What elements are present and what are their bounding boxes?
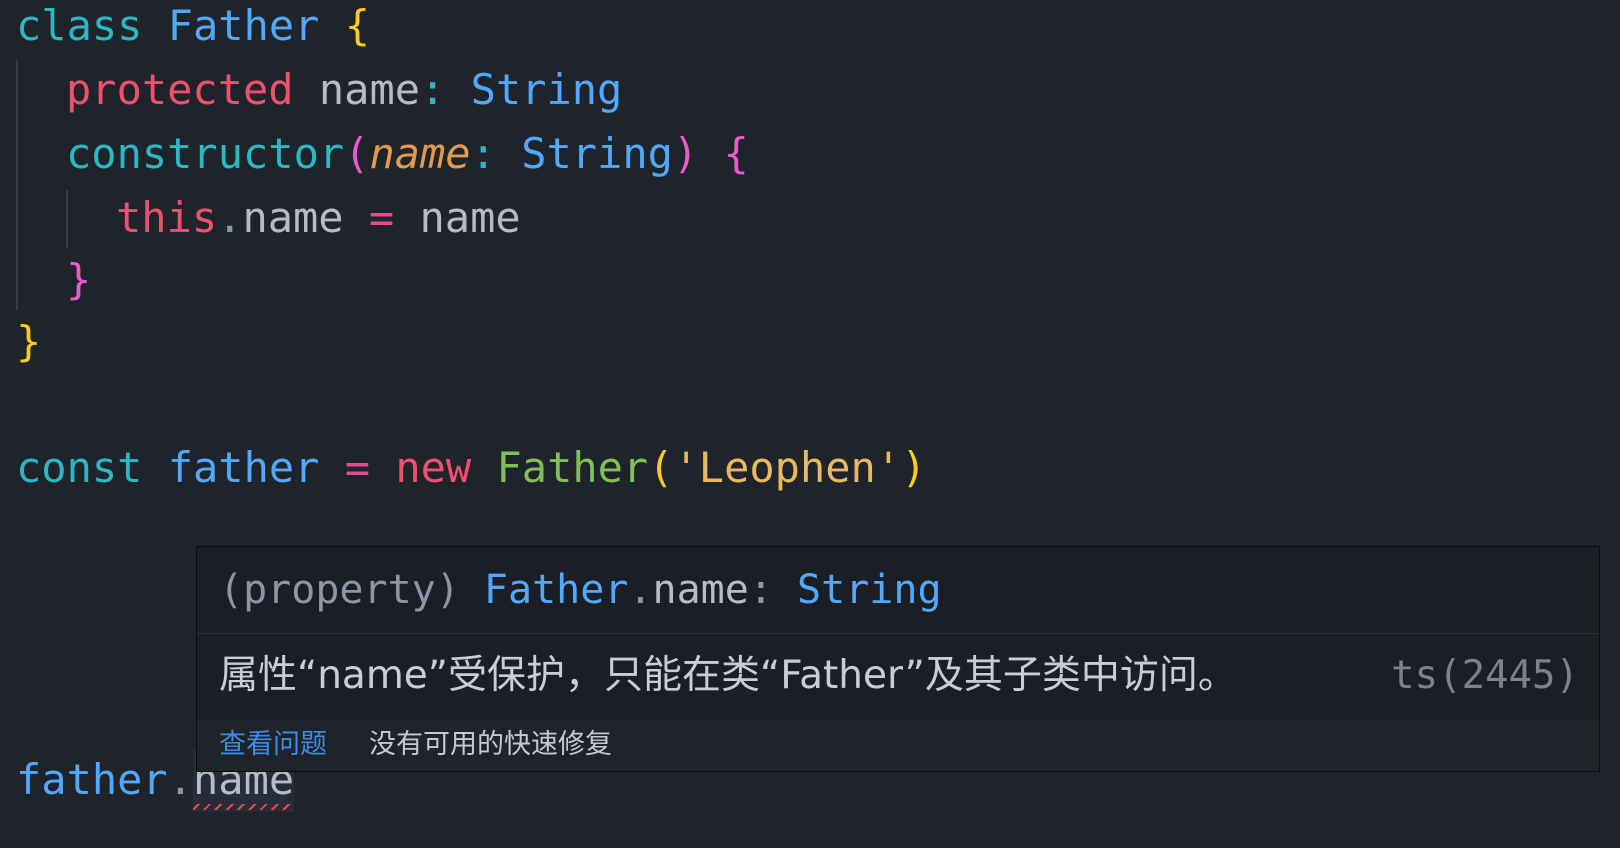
hover-actions: 查看问题 没有可用的快速修复 xyxy=(197,719,1599,771)
paren: ( xyxy=(648,443,674,492)
signature-member: name xyxy=(652,567,749,613)
code-line-7[interactable]: const father = new Father('Leophen') xyxy=(16,436,926,500)
new-keyword: new xyxy=(395,443,472,492)
indent-guide xyxy=(16,60,18,310)
hover-message: 属性“name”受保护，只能在类“Father”及其子类中访问。 ts(2445… xyxy=(197,633,1599,720)
class-name: Father xyxy=(496,443,649,492)
code-line-1[interactable]: class Father { xyxy=(16,0,370,58)
hover-signature: (property) Father.name: String xyxy=(197,547,1599,634)
no-quick-fix-label: 没有可用的快速修复 xyxy=(369,729,612,760)
operator: = xyxy=(344,443,371,492)
error-squiggle xyxy=(193,804,295,810)
property: name xyxy=(318,65,421,114)
colon: : xyxy=(420,65,446,114)
error-message: 属性“name”受保护，只能在类“Father”及其子类中访问。 xyxy=(219,653,1237,698)
brace: { xyxy=(723,129,749,178)
code-line-6[interactable]: } xyxy=(16,310,41,374)
signature-owner: Father xyxy=(483,567,629,613)
dot: . xyxy=(628,567,653,613)
brace: { xyxy=(344,1,371,50)
code-line-5[interactable]: } xyxy=(66,248,91,312)
property: name xyxy=(242,193,344,242)
paren: ) xyxy=(672,129,699,178)
signature-prefix: (property) xyxy=(219,567,460,613)
brace: } xyxy=(66,255,92,304)
signature-text: (property) Father.name: String xyxy=(219,559,942,621)
string-literal: 'Leophen' xyxy=(673,443,902,492)
dot: . xyxy=(217,193,243,242)
operator: = xyxy=(368,193,395,242)
code-line-2[interactable]: protected name: String xyxy=(66,58,622,122)
signature-type: String xyxy=(797,567,942,613)
identifier: name xyxy=(419,193,521,242)
view-problem-link[interactable]: 查看问题 xyxy=(219,719,327,771)
error-code: ts(2445) xyxy=(1391,653,1579,698)
this-keyword: this xyxy=(116,193,218,242)
type: String xyxy=(470,65,623,114)
brace: } xyxy=(16,317,42,366)
paren: ( xyxy=(344,129,370,178)
hover-widget: (property) Father.name: String 属性“name”受… xyxy=(196,546,1600,772)
colon: : xyxy=(470,129,496,178)
paren: ) xyxy=(901,443,927,492)
class-name: Father xyxy=(167,1,320,50)
keyword: const xyxy=(16,443,143,492)
variable: father xyxy=(16,755,168,804)
variable: father xyxy=(167,443,320,492)
keyword: constructor xyxy=(66,129,345,178)
code-line-4[interactable]: this.name = name xyxy=(116,186,521,250)
keyword: class xyxy=(16,1,143,50)
parameter: name xyxy=(369,129,471,178)
type: String xyxy=(521,129,673,178)
dot: . xyxy=(167,755,194,804)
colon: : xyxy=(748,567,773,613)
modifier: protected xyxy=(66,65,294,114)
indent-guide xyxy=(66,190,68,248)
code-line-3[interactable]: constructor(name: String) { xyxy=(66,122,749,186)
